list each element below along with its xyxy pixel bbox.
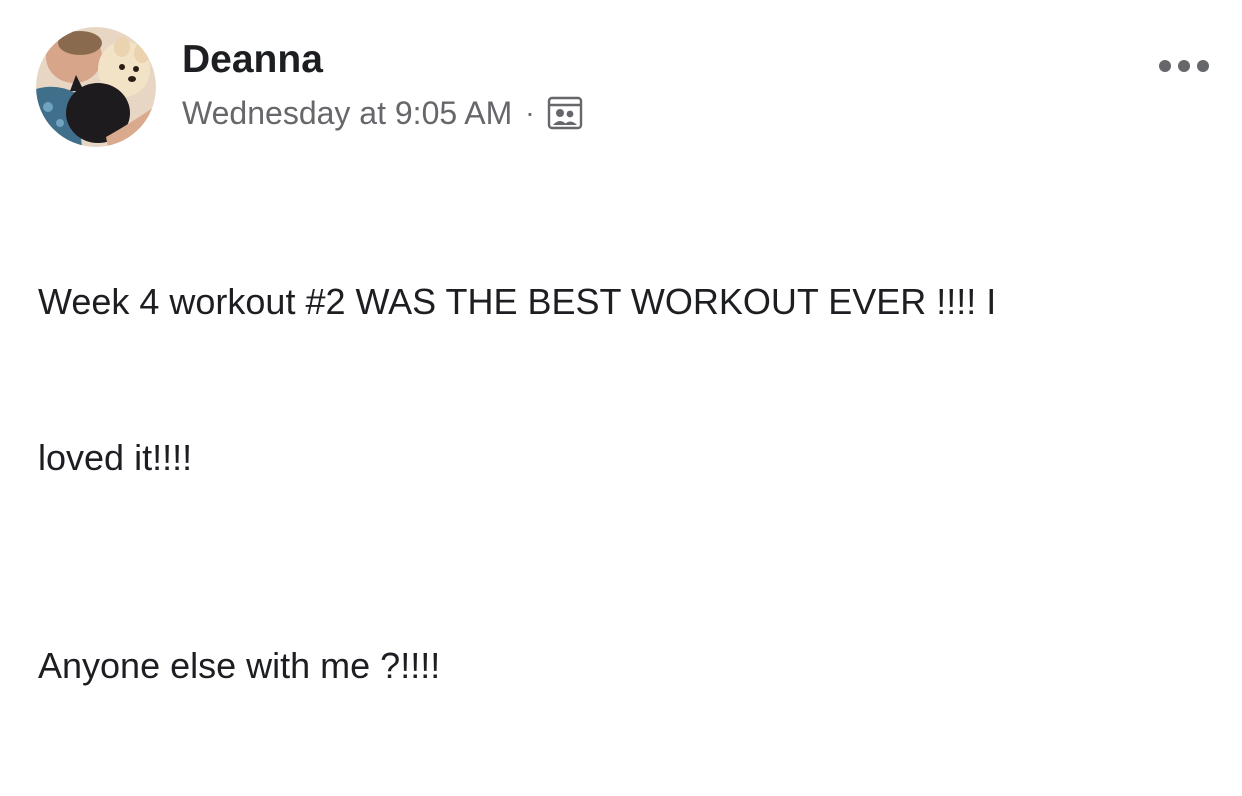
more-options-button[interactable] bbox=[1152, 46, 1216, 86]
post-text-line: Week 4 workout #2 WAS THE BEST WORKOUT E… bbox=[38, 281, 997, 322]
post-text-line: Anyone else with me ?!!!! bbox=[38, 645, 441, 686]
group-privacy-icon[interactable] bbox=[547, 96, 583, 130]
post-card: Deanna Wednesday at 9:05 AM · Week 4 wor… bbox=[0, 0, 1242, 686]
author-name[interactable]: Deanna bbox=[182, 38, 323, 82]
post-timestamp[interactable]: Wednesday at 9:05 AM bbox=[182, 95, 512, 132]
post-text-line: loved it!!!! bbox=[38, 437, 193, 478]
more-options-icon bbox=[1159, 60, 1209, 72]
post-meta: Wednesday at 9:05 AM · bbox=[182, 93, 583, 133]
post-body: Week 4 workout #2 WAS THE BEST WORKOUT E… bbox=[38, 172, 1208, 796]
avatar-photo bbox=[36, 27, 156, 147]
meta-separator: · bbox=[525, 97, 535, 128]
avatar[interactable] bbox=[36, 27, 156, 147]
